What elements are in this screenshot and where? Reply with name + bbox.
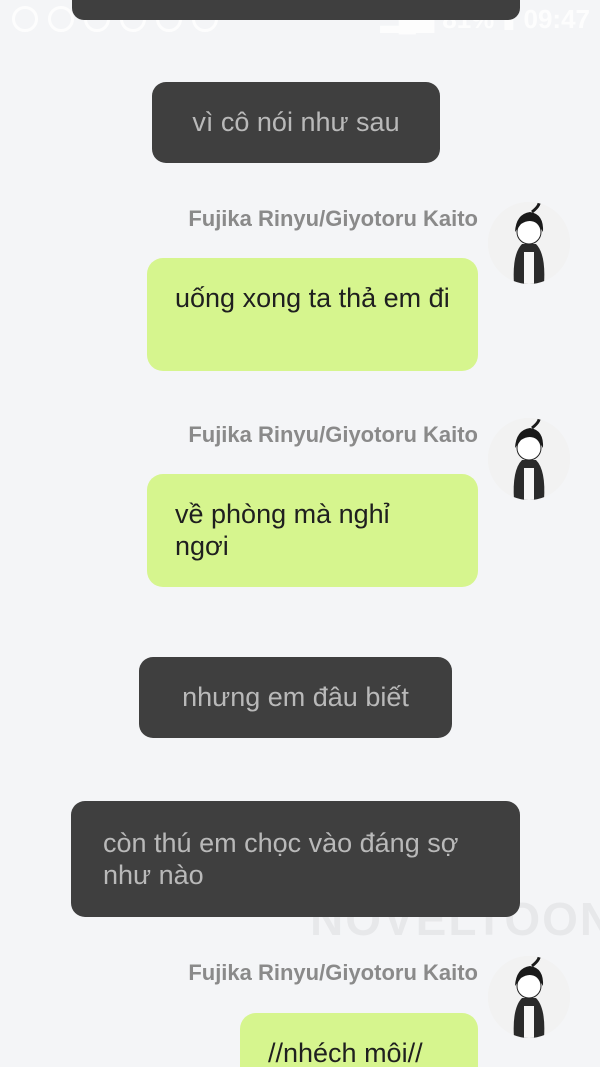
character-bubble: //nhéch môi// [240, 1013, 478, 1067]
narration-bubble: vì cô nói như sau [152, 82, 440, 163]
avatar-icon [488, 956, 570, 1038]
narration-bubble: nhưng em đâu biết [139, 657, 452, 738]
character-avatar[interactable] [488, 956, 570, 1038]
character-avatar[interactable] [488, 202, 570, 284]
narration-text: nhưng em đâu biết [182, 682, 409, 713]
speaker-name: Fujika Rinyu/Giyotoru Kaito [188, 206, 478, 231]
image-icon [48, 6, 74, 32]
dialogue-text: uống xong ta thả em đi [175, 283, 450, 313]
previous-message-bubble [72, 0, 520, 20]
narration-bubble: còn thú em chọc vào đáng sợ như nào [71, 801, 520, 917]
narration-text: vì cô nói như sau [192, 107, 400, 138]
dialogue-text: về phòng mà nghỉ ngơi [175, 499, 390, 562]
avatar-icon [488, 418, 570, 500]
speaker-name: Fujika Rinyu/Giyotoru Kaito [188, 960, 478, 985]
character-bubble: uống xong ta thả em đi [147, 258, 478, 371]
speaker-name: Fujika Rinyu/Giyotoru Kaito [188, 422, 478, 447]
dialogue-text: //nhéch môi// [268, 1038, 423, 1067]
character-avatar[interactable] [488, 418, 570, 500]
avatar-icon [488, 202, 570, 284]
narration-text: còn thú em chọc vào đáng sợ như nào [103, 827, 459, 890]
character-bubble: về phòng mà nghỉ ngơi [147, 474, 478, 587]
clock: 09:47 [523, 4, 591, 34]
message-icon [12, 6, 38, 32]
